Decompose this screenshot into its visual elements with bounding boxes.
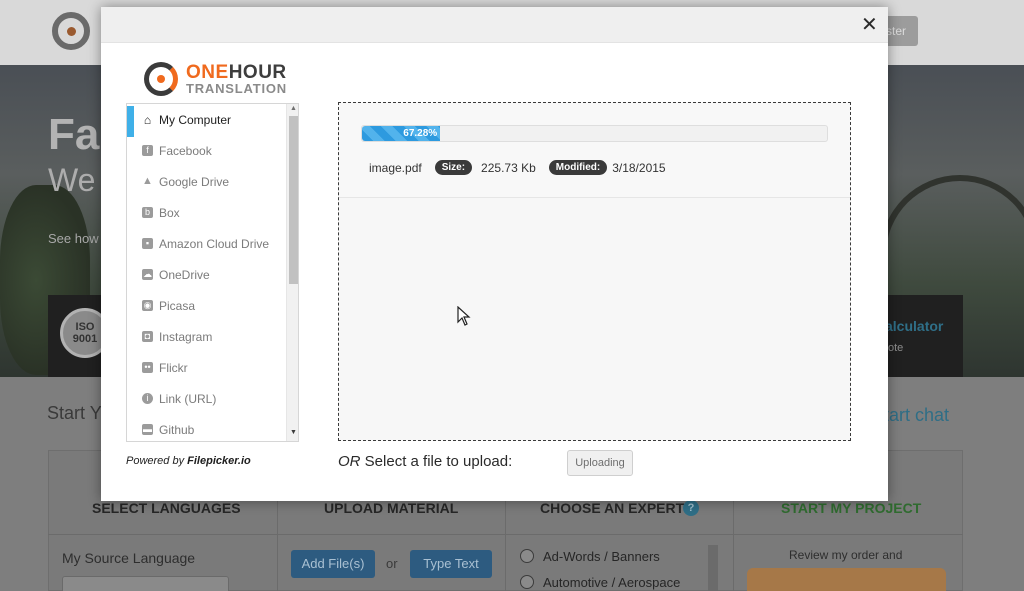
powered-by-prefix: Powered by — [126, 455, 188, 467]
select-file-prompt: OR Select a file to upload: — [338, 453, 512, 470]
file-size: 225.73 Kb — [481, 160, 536, 175]
upload-progress-fill: 67.28% — [362, 126, 441, 141]
brand-logo-icon — [144, 62, 178, 96]
home-icon: ⌂ — [143, 112, 152, 127]
size-badge: Size: — [434, 160, 473, 175]
step-upload-material: UPLOAD MATERIAL — [324, 500, 459, 516]
source-item-label: Github — [159, 422, 195, 437]
github-icon: ▬ — [142, 424, 153, 435]
flickr-icon: •• — [142, 362, 153, 373]
scroll-up-arrow-icon[interactable]: ▲ — [290, 105, 297, 112]
help-icon[interactable]: ? — [683, 500, 699, 516]
google-drive-icon: ▲ — [142, 175, 153, 187]
source-list: ⌂ My Computer f Facebook ▲ Google Drive … — [127, 104, 286, 441]
source-item-label: Link (URL) — [159, 391, 217, 406]
panel-divider — [48, 534, 963, 535]
source-item-facebook[interactable]: f Facebook — [127, 135, 286, 166]
onedrive-icon: ☁ — [142, 269, 153, 280]
close-icon[interactable]: ✕ — [861, 12, 878, 37]
modified-badge: Modified: — [548, 160, 608, 175]
upload-progress-bar: 67.28% — [361, 125, 828, 142]
uploading-file-row: 67.28% image.pdf Size: 225.73 Kb Modifie… — [339, 103, 850, 198]
source-item-onedrive[interactable]: ☁ OneDrive — [127, 259, 286, 290]
step-start-project: START MY PROJECT — [781, 500, 922, 516]
source-item-label: My Computer — [159, 112, 232, 127]
source-item-box[interactable]: b Box — [127, 197, 286, 228]
source-item-label: Amazon Cloud Drive — [159, 236, 270, 251]
source-item-label: Box — [159, 205, 180, 220]
source-item-google-drive[interactable]: ▲ Google Drive — [127, 166, 286, 197]
amazon-cloud-drive-icon: ▪ — [142, 238, 153, 249]
source-sidebar: ⌂ My Computer f Facebook ▲ Google Drive … — [126, 103, 299, 442]
hero-subtitle: We — [48, 162, 96, 198]
facebook-icon: f — [142, 145, 153, 156]
source-language-label: My Source Language — [62, 550, 196, 566]
powered-by-text: Powered by Filepicker.io — [126, 455, 251, 467]
expert-option-label: Ad-Words / Banners — [543, 549, 660, 564]
source-item-github[interactable]: ▬ Github — [127, 414, 286, 441]
expert-radio[interactable] — [520, 575, 534, 589]
upload-file-button[interactable]: Uploading — [567, 450, 633, 476]
scrollbar-thumb[interactable] — [289, 116, 298, 284]
file-info: image.pdf Size: 225.73 Kb Modified: 3/18… — [369, 160, 666, 175]
hero-title: Fa — [48, 110, 100, 159]
file-picker-modal: ✕ ONEHOUR TRANSLATION ⌂ My Computer f Fa… — [101, 7, 888, 501]
source-item-label: OneDrive — [159, 267, 210, 282]
or-word: OR — [338, 453, 361, 470]
step-select-languages: SELECT LANGUAGES — [92, 500, 241, 516]
expert-radio[interactable] — [520, 549, 534, 563]
file-drop-zone[interactable]: 67.28% image.pdf Size: 225.73 Kb Modifie… — [338, 102, 851, 441]
modal-header: ✕ — [101, 7, 888, 43]
add-files-button[interactable]: Add File(s) — [291, 550, 375, 578]
type-text-button[interactable]: Type Text — [410, 550, 492, 578]
scroll-down-arrow-icon[interactable]: ▼ — [290, 429, 297, 436]
select-file-text: Select a file to upload: — [360, 453, 513, 470]
box-icon: b — [142, 207, 153, 218]
source-item-label: Google Drive — [159, 174, 230, 189]
source-item-instagram[interactable]: ◘ Instagram — [127, 321, 286, 352]
source-item-link-url[interactable]: i Link (URL) — [127, 383, 286, 414]
brand-name-orange: ONE — [186, 62, 229, 83]
source-item-label: Facebook — [159, 143, 212, 158]
site-logo — [52, 12, 90, 50]
brand-subtitle: TRANSLATION — [186, 81, 287, 96]
step-choose-expert: CHOOSE AN EXPERT — [540, 500, 685, 516]
source-item-picasa[interactable]: ◉ Picasa — [127, 290, 286, 321]
review-order-text: Review my order and — [789, 548, 903, 562]
brand-name-dark: HOUR — [228, 62, 287, 83]
source-list-scrollbar[interactable]: ▲ ▼ — [286, 104, 298, 441]
source-item-label: Flickr — [159, 360, 188, 375]
start-chat-link[interactable]: tart chat — [884, 405, 949, 426]
source-item-label: Picasa — [159, 298, 196, 313]
quote-text: ote — [888, 342, 904, 354]
start-project-button[interactable] — [747, 568, 946, 591]
expert-option-label: Automotive / Aerospace — [543, 575, 681, 590]
link-icon: i — [142, 393, 153, 404]
source-item-flickr[interactable]: •• Flickr — [127, 352, 286, 383]
instagram-icon: ◘ — [142, 331, 153, 342]
powered-by-brand[interactable]: Filepicker.io — [187, 455, 251, 467]
source-item-label: Instagram — [159, 329, 213, 344]
price-calculator-link[interactable]: alculator — [885, 318, 943, 334]
source-language-select[interactable] — [62, 576, 229, 591]
file-modified-date: 3/18/2015 — [612, 160, 666, 175]
hero-see-how-link[interactable]: See how — [48, 231, 99, 246]
or-text: or — [386, 556, 398, 571]
file-name: image.pdf — [369, 160, 422, 175]
source-item-amazon-cloud-drive[interactable]: ▪ Amazon Cloud Drive — [127, 228, 286, 259]
source-item-my-computer[interactable]: ⌂ My Computer — [127, 104, 286, 137]
picasa-icon: ◉ — [142, 300, 153, 311]
start-heading: Start Y — [47, 403, 102, 423]
expert-list-scrollbar[interactable] — [708, 545, 718, 591]
